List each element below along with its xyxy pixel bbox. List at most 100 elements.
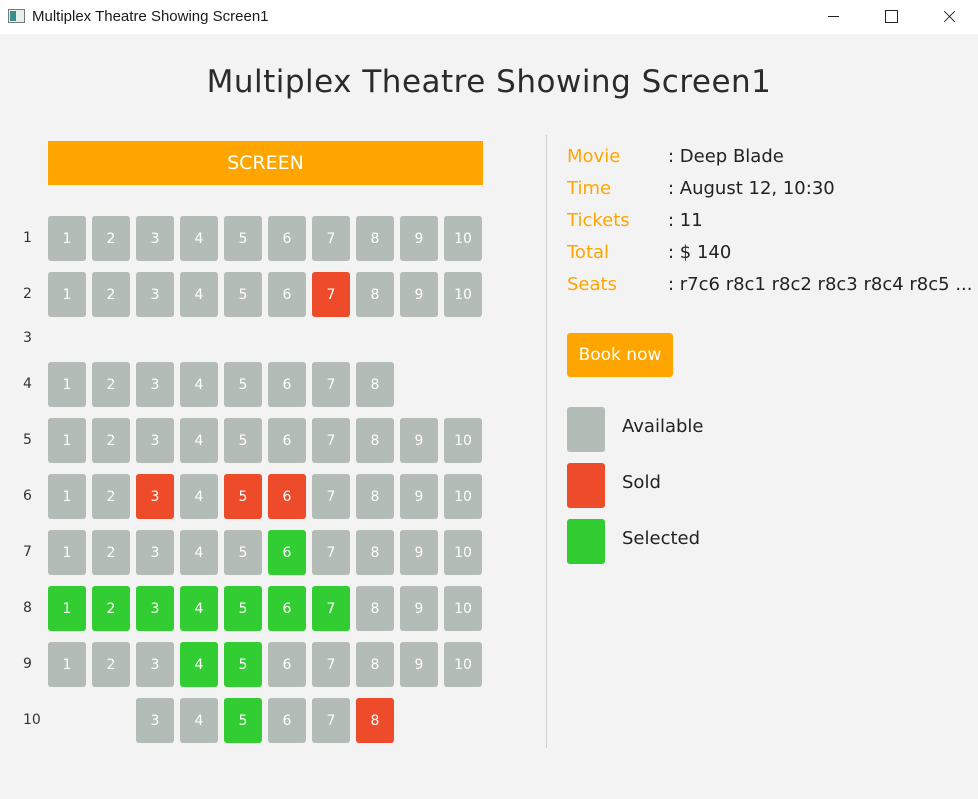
seat-available[interactable]: 6 bbox=[268, 362, 306, 407]
panel-divider bbox=[546, 135, 547, 748]
seat-available[interactable]: 2 bbox=[92, 642, 130, 687]
legend-available-label: Available bbox=[622, 416, 704, 437]
seat-available[interactable]: 8 bbox=[356, 362, 394, 407]
legend-sold-swatch bbox=[567, 463, 605, 508]
maximize-button[interactable] bbox=[862, 0, 920, 34]
seat-available[interactable]: 5 bbox=[224, 362, 262, 407]
seat-selected[interactable]: 5 bbox=[224, 642, 262, 687]
seat-available[interactable]: 6 bbox=[268, 216, 306, 261]
seat-available[interactable]: 4 bbox=[180, 216, 218, 261]
seat-available[interactable]: 9 bbox=[400, 586, 438, 631]
seat-available[interactable]: 5 bbox=[224, 530, 262, 575]
tickets-value: : 11 bbox=[668, 210, 703, 231]
seat-available[interactable]: 10 bbox=[444, 586, 482, 631]
seat-available[interactable]: 7 bbox=[312, 474, 350, 519]
seat-available[interactable]: 1 bbox=[48, 216, 86, 261]
seat-selected[interactable]: 1 bbox=[48, 586, 86, 631]
seat-available[interactable]: 9 bbox=[400, 642, 438, 687]
legend-selected-label: Selected bbox=[622, 528, 701, 549]
total-label: Total bbox=[567, 242, 610, 263]
seat-selected[interactable]: 7 bbox=[312, 586, 350, 631]
seat-available[interactable]: 4 bbox=[180, 272, 218, 317]
seat-selected[interactable]: 4 bbox=[180, 586, 218, 631]
seat-available[interactable]: 7 bbox=[312, 418, 350, 463]
seat-available[interactable]: 8 bbox=[356, 216, 394, 261]
seat-available[interactable]: 1 bbox=[48, 474, 86, 519]
row-label: 3 bbox=[23, 330, 32, 346]
seat-available[interactable]: 8 bbox=[356, 586, 394, 631]
seat-available[interactable]: 3 bbox=[136, 216, 174, 261]
seat-available[interactable]: 7 bbox=[312, 642, 350, 687]
seat-selected[interactable]: 6 bbox=[268, 530, 306, 575]
seat-available[interactable]: 8 bbox=[356, 642, 394, 687]
seat-selected[interactable]: 6 bbox=[268, 586, 306, 631]
seat-available[interactable]: 2 bbox=[92, 530, 130, 575]
seat-available[interactable]: 1 bbox=[48, 642, 86, 687]
seat-available[interactable]: 4 bbox=[180, 362, 218, 407]
time-label: Time bbox=[567, 178, 612, 199]
seat-available[interactable]: 5 bbox=[224, 418, 262, 463]
seat-available[interactable]: 1 bbox=[48, 362, 86, 407]
time-value: : August 12, 10:30 bbox=[668, 178, 835, 199]
seat-selected[interactable]: 4 bbox=[180, 642, 218, 687]
seat-available[interactable]: 4 bbox=[180, 474, 218, 519]
seat-available[interactable]: 7 bbox=[312, 698, 350, 743]
seat-available[interactable]: 8 bbox=[356, 272, 394, 317]
seat-available[interactable]: 8 bbox=[356, 474, 394, 519]
seat-available[interactable]: 9 bbox=[400, 272, 438, 317]
seat-available[interactable]: 10 bbox=[444, 530, 482, 575]
movie-label: Movie bbox=[567, 146, 621, 167]
movie-value: : Deep Blade bbox=[668, 146, 784, 167]
seat-sold: 8 bbox=[356, 698, 394, 743]
seat-available[interactable]: 2 bbox=[92, 216, 130, 261]
seat-available[interactable]: 9 bbox=[400, 530, 438, 575]
seat-available[interactable]: 4 bbox=[180, 698, 218, 743]
seat-selected[interactable]: 2 bbox=[92, 586, 130, 631]
seat-available[interactable]: 7 bbox=[312, 216, 350, 261]
seat-available[interactable]: 10 bbox=[444, 418, 482, 463]
row-label: 10 bbox=[23, 712, 41, 728]
minimize-button[interactable] bbox=[804, 0, 862, 34]
seat-available[interactable]: 8 bbox=[356, 418, 394, 463]
seat-available[interactable]: 2 bbox=[92, 362, 130, 407]
seat-available[interactable]: 5 bbox=[224, 272, 262, 317]
seat-available[interactable]: 10 bbox=[444, 642, 482, 687]
seat-available[interactable]: 6 bbox=[268, 642, 306, 687]
seat-available[interactable]: 5 bbox=[224, 216, 262, 261]
book-now-button[interactable]: Book now bbox=[567, 333, 673, 377]
seat-available[interactable]: 6 bbox=[268, 418, 306, 463]
window-titlebar: Multiplex Theatre Showing Screen1 bbox=[0, 0, 978, 34]
seat-available[interactable]: 9 bbox=[400, 216, 438, 261]
seat-available[interactable]: 3 bbox=[136, 530, 174, 575]
seat-available[interactable]: 7 bbox=[312, 530, 350, 575]
legend-available-swatch bbox=[567, 407, 605, 452]
seat-available[interactable]: 3 bbox=[136, 272, 174, 317]
window-title: Multiplex Theatre Showing Screen1 bbox=[32, 8, 269, 25]
seat-selected[interactable]: 5 bbox=[224, 698, 262, 743]
seat-available[interactable]: 6 bbox=[268, 272, 306, 317]
seat-available[interactable]: 9 bbox=[400, 418, 438, 463]
seat-available[interactable]: 8 bbox=[356, 530, 394, 575]
seat-available[interactable]: 6 bbox=[268, 698, 306, 743]
seat-available[interactable]: 4 bbox=[180, 530, 218, 575]
seat-available[interactable]: 2 bbox=[92, 418, 130, 463]
seat-available[interactable]: 10 bbox=[444, 272, 482, 317]
seat-available[interactable]: 3 bbox=[136, 642, 174, 687]
seat-available[interactable]: 4 bbox=[180, 418, 218, 463]
seat-available[interactable]: 10 bbox=[444, 474, 482, 519]
seat-available[interactable]: 1 bbox=[48, 418, 86, 463]
seat-available[interactable]: 3 bbox=[136, 418, 174, 463]
seat-sold: 7 bbox=[312, 272, 350, 317]
seat-available[interactable]: 2 bbox=[92, 474, 130, 519]
seat-selected[interactable]: 5 bbox=[224, 586, 262, 631]
seat-available[interactable]: 10 bbox=[444, 216, 482, 261]
seat-available[interactable]: 7 bbox=[312, 362, 350, 407]
seat-available[interactable]: 3 bbox=[136, 698, 174, 743]
seat-available[interactable]: 2 bbox=[92, 272, 130, 317]
close-button[interactable] bbox=[920, 0, 978, 34]
seat-selected[interactable]: 3 bbox=[136, 586, 174, 631]
seat-available[interactable]: 1 bbox=[48, 530, 86, 575]
seat-available[interactable]: 1 bbox=[48, 272, 86, 317]
seat-available[interactable]: 3 bbox=[136, 362, 174, 407]
seat-available[interactable]: 9 bbox=[400, 474, 438, 519]
